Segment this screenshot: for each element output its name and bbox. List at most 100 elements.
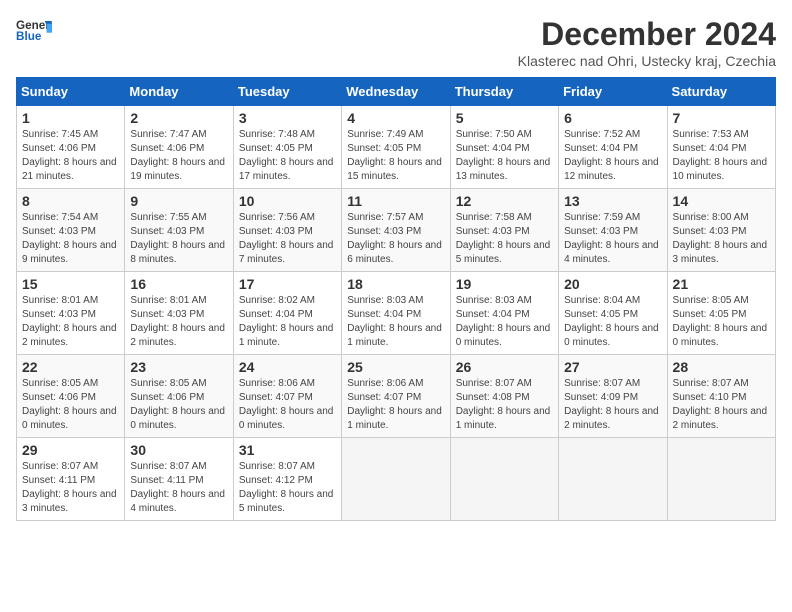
calendar-cell: 2 Sunrise: 7:47 AM Sunset: 4:06 PM Dayli… xyxy=(125,106,233,189)
calendar-cell: 1 Sunrise: 7:45 AM Sunset: 4:06 PM Dayli… xyxy=(17,106,125,189)
day-number: 10 xyxy=(239,193,336,209)
header-row: Sunday Monday Tuesday Wednesday Thursday… xyxy=(17,78,776,106)
day-info: Sunrise: 8:07 AM Sunset: 4:08 PM Dayligh… xyxy=(456,378,551,431)
day-number: 3 xyxy=(239,110,336,126)
day-info: Sunrise: 8:06 AM Sunset: 4:07 PM Dayligh… xyxy=(239,378,334,431)
col-friday: Friday xyxy=(559,78,667,106)
calendar-cell: 17 Sunrise: 8:02 AM Sunset: 4:04 PM Dayl… xyxy=(233,272,341,355)
day-number: 23 xyxy=(130,359,227,375)
calendar-cell: 12 Sunrise: 7:58 AM Sunset: 4:03 PM Dayl… xyxy=(450,189,558,272)
day-info: Sunrise: 8:01 AM Sunset: 4:03 PM Dayligh… xyxy=(130,295,225,348)
day-number: 8 xyxy=(22,193,119,209)
calendar-cell: 3 Sunrise: 7:48 AM Sunset: 4:05 PM Dayli… xyxy=(233,106,341,189)
location-title: Klasterec nad Ohri, Ustecky kraj, Czechi… xyxy=(518,53,776,69)
day-info: Sunrise: 8:07 AM Sunset: 4:11 PM Dayligh… xyxy=(130,461,225,514)
day-info: Sunrise: 7:45 AM Sunset: 4:06 PM Dayligh… xyxy=(22,129,117,182)
day-info: Sunrise: 8:01 AM Sunset: 4:03 PM Dayligh… xyxy=(22,295,117,348)
day-number: 21 xyxy=(673,276,770,292)
day-number: 9 xyxy=(130,193,227,209)
col-thursday: Thursday xyxy=(450,78,558,106)
col-wednesday: Wednesday xyxy=(342,78,450,106)
calendar-cell: 20 Sunrise: 8:04 AM Sunset: 4:05 PM Dayl… xyxy=(559,272,667,355)
calendar-cell: 18 Sunrise: 8:03 AM Sunset: 4:04 PM Dayl… xyxy=(342,272,450,355)
calendar-cell: 27 Sunrise: 8:07 AM Sunset: 4:09 PM Dayl… xyxy=(559,355,667,438)
day-info: Sunrise: 8:03 AM Sunset: 4:04 PM Dayligh… xyxy=(347,295,442,348)
day-number: 18 xyxy=(347,276,444,292)
calendar-cell: 8 Sunrise: 7:54 AM Sunset: 4:03 PM Dayli… xyxy=(17,189,125,272)
day-number: 22 xyxy=(22,359,119,375)
calendar-cell: 5 Sunrise: 7:50 AM Sunset: 4:04 PM Dayli… xyxy=(450,106,558,189)
day-number: 12 xyxy=(456,193,553,209)
day-number: 16 xyxy=(130,276,227,292)
calendar-cell: 21 Sunrise: 8:05 AM Sunset: 4:05 PM Dayl… xyxy=(667,272,775,355)
day-info: Sunrise: 7:59 AM Sunset: 4:03 PM Dayligh… xyxy=(564,212,659,265)
day-number: 6 xyxy=(564,110,661,126)
day-info: Sunrise: 8:05 AM Sunset: 4:06 PM Dayligh… xyxy=(22,378,117,431)
day-number: 24 xyxy=(239,359,336,375)
calendar-cell: 22 Sunrise: 8:05 AM Sunset: 4:06 PM Dayl… xyxy=(17,355,125,438)
day-info: Sunrise: 7:49 AM Sunset: 4:05 PM Dayligh… xyxy=(347,129,442,182)
logo-icon: General Blue xyxy=(16,16,52,44)
day-info: Sunrise: 7:57 AM Sunset: 4:03 PM Dayligh… xyxy=(347,212,442,265)
day-number: 20 xyxy=(564,276,661,292)
calendar-cell xyxy=(559,438,667,521)
calendar-table: Sunday Monday Tuesday Wednesday Thursday… xyxy=(16,77,776,521)
day-number: 14 xyxy=(673,193,770,209)
calendar-cell: 15 Sunrise: 8:01 AM Sunset: 4:03 PM Dayl… xyxy=(17,272,125,355)
day-number: 19 xyxy=(456,276,553,292)
day-info: Sunrise: 7:48 AM Sunset: 4:05 PM Dayligh… xyxy=(239,129,334,182)
day-info: Sunrise: 8:06 AM Sunset: 4:07 PM Dayligh… xyxy=(347,378,442,431)
day-number: 30 xyxy=(130,442,227,458)
day-info: Sunrise: 8:07 AM Sunset: 4:10 PM Dayligh… xyxy=(673,378,768,431)
calendar-cell: 4 Sunrise: 7:49 AM Sunset: 4:05 PM Dayli… xyxy=(342,106,450,189)
day-number: 28 xyxy=(673,359,770,375)
day-number: 31 xyxy=(239,442,336,458)
calendar-cell: 10 Sunrise: 7:56 AM Sunset: 4:03 PM Dayl… xyxy=(233,189,341,272)
day-number: 25 xyxy=(347,359,444,375)
day-number: 29 xyxy=(22,442,119,458)
day-number: 26 xyxy=(456,359,553,375)
calendar-cell: 16 Sunrise: 8:01 AM Sunset: 4:03 PM Dayl… xyxy=(125,272,233,355)
month-title: December 2024 xyxy=(518,16,776,53)
day-info: Sunrise: 8:07 AM Sunset: 4:12 PM Dayligh… xyxy=(239,461,334,514)
col-tuesday: Tuesday xyxy=(233,78,341,106)
calendar-cell: 19 Sunrise: 8:03 AM Sunset: 4:04 PM Dayl… xyxy=(450,272,558,355)
calendar-cell: 28 Sunrise: 8:07 AM Sunset: 4:10 PM Dayl… xyxy=(667,355,775,438)
day-number: 13 xyxy=(564,193,661,209)
day-info: Sunrise: 7:53 AM Sunset: 4:04 PM Dayligh… xyxy=(673,129,768,182)
day-info: Sunrise: 7:52 AM Sunset: 4:04 PM Dayligh… xyxy=(564,129,659,182)
calendar-cell: 6 Sunrise: 7:52 AM Sunset: 4:04 PM Dayli… xyxy=(559,106,667,189)
col-sunday: Sunday xyxy=(17,78,125,106)
day-info: Sunrise: 7:58 AM Sunset: 4:03 PM Dayligh… xyxy=(456,212,551,265)
svg-text:Blue: Blue xyxy=(16,30,42,43)
calendar-cell xyxy=(342,438,450,521)
day-number: 17 xyxy=(239,276,336,292)
calendar-cell: 31 Sunrise: 8:07 AM Sunset: 4:12 PM Dayl… xyxy=(233,438,341,521)
day-info: Sunrise: 8:02 AM Sunset: 4:04 PM Dayligh… xyxy=(239,295,334,348)
day-number: 1 xyxy=(22,110,119,126)
day-info: Sunrise: 8:00 AM Sunset: 4:03 PM Dayligh… xyxy=(673,212,768,265)
day-info: Sunrise: 8:05 AM Sunset: 4:05 PM Dayligh… xyxy=(673,295,768,348)
day-number: 7 xyxy=(673,110,770,126)
day-number: 15 xyxy=(22,276,119,292)
day-number: 4 xyxy=(347,110,444,126)
calendar-cell: 7 Sunrise: 7:53 AM Sunset: 4:04 PM Dayli… xyxy=(667,106,775,189)
day-info: Sunrise: 7:47 AM Sunset: 4:06 PM Dayligh… xyxy=(130,129,225,182)
col-saturday: Saturday xyxy=(667,78,775,106)
day-info: Sunrise: 8:04 AM Sunset: 4:05 PM Dayligh… xyxy=(564,295,659,348)
header: General Blue December 2024 Klasterec nad… xyxy=(16,16,776,69)
day-info: Sunrise: 8:05 AM Sunset: 4:06 PM Dayligh… xyxy=(130,378,225,431)
calendar-cell xyxy=(450,438,558,521)
calendar-cell: 23 Sunrise: 8:05 AM Sunset: 4:06 PM Dayl… xyxy=(125,355,233,438)
day-info: Sunrise: 7:54 AM Sunset: 4:03 PM Dayligh… xyxy=(22,212,117,265)
calendar-cell: 24 Sunrise: 8:06 AM Sunset: 4:07 PM Dayl… xyxy=(233,355,341,438)
day-number: 2 xyxy=(130,110,227,126)
calendar-cell: 13 Sunrise: 7:59 AM Sunset: 4:03 PM Dayl… xyxy=(559,189,667,272)
calendar-cell: 25 Sunrise: 8:06 AM Sunset: 4:07 PM Dayl… xyxy=(342,355,450,438)
calendar-cell: 26 Sunrise: 8:07 AM Sunset: 4:08 PM Dayl… xyxy=(450,355,558,438)
calendar-cell: 29 Sunrise: 8:07 AM Sunset: 4:11 PM Dayl… xyxy=(17,438,125,521)
col-monday: Monday xyxy=(125,78,233,106)
calendar-cell: 30 Sunrise: 8:07 AM Sunset: 4:11 PM Dayl… xyxy=(125,438,233,521)
day-number: 11 xyxy=(347,193,444,209)
day-info: Sunrise: 8:07 AM Sunset: 4:09 PM Dayligh… xyxy=(564,378,659,431)
